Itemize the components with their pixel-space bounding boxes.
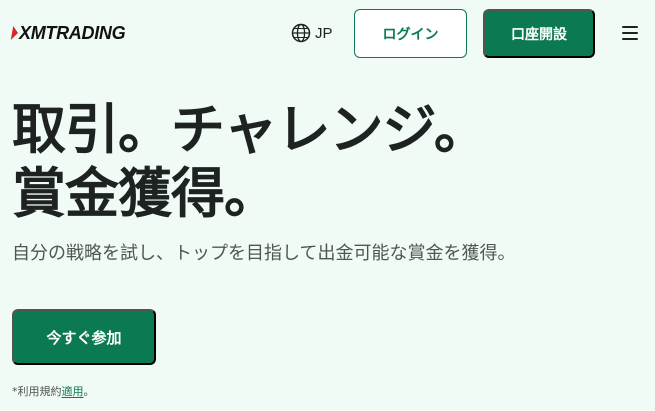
terms-note: *利用規約 適用 。	[12, 382, 95, 400]
site-header: XMTRADING JP ログイン 口座開設	[0, 0, 655, 66]
hero-title-line-2: 賞金獲得。	[12, 162, 278, 225]
hamburger-menu-icon[interactable]	[622, 26, 638, 40]
xm-logo-mark-icon	[10, 26, 20, 40]
page: XMTRADING JP ログイン 口座開設 取引。チャレンジ。 賞金獲得。 自…	[0, 0, 655, 411]
hero-title: 取引。チャレンジ。 賞金獲得。	[12, 98, 642, 226]
terms-suffix: 。	[83, 385, 95, 398]
login-button[interactable]: ログイン	[354, 9, 467, 58]
language-label: JP	[315, 24, 333, 42]
open-account-button[interactable]: 口座開設	[483, 9, 595, 58]
hero-subtitle: 自分の戦略を試し、トップを目指して出金可能な賞金を獲得。	[12, 243, 516, 264]
logo-text: XMTRADING	[19, 22, 126, 43]
hero-title-line-1: 取引。チャレンジ。	[12, 98, 488, 161]
xm-logo[interactable]: XMTRADING	[10, 20, 126, 46]
menu-bar	[622, 38, 638, 40]
join-now-button[interactable]: 今すぐ参加	[12, 309, 156, 365]
terms-prefix: *利用規約	[12, 385, 62, 398]
language-selector[interactable]: JP	[291, 21, 333, 45]
menu-bar	[622, 26, 638, 28]
globe-icon	[291, 23, 311, 43]
terms-link[interactable]: 適用	[62, 383, 84, 399]
menu-bar	[622, 32, 638, 34]
